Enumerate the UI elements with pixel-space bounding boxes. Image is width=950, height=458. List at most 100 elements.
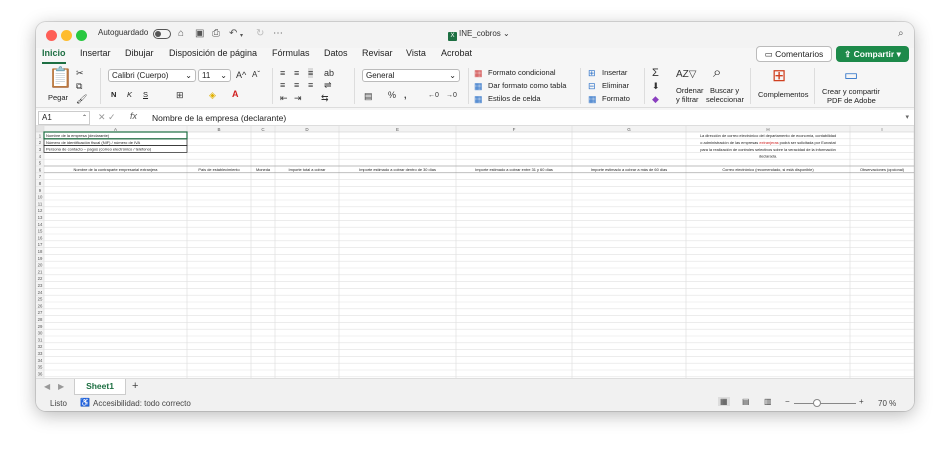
- row-header[interactable]: 23: [38, 283, 43, 288]
- tab-inicio[interactable]: Inicio: [42, 48, 66, 64]
- increase-indent-icon[interactable]: ⇥: [294, 93, 302, 103]
- decrease-indent-icon[interactable]: ⇤: [280, 93, 288, 103]
- align-center-icon[interactable]: ≡: [294, 80, 299, 90]
- autosave-toggle[interactable]: [153, 29, 171, 39]
- tab-formulas[interactable]: Fórmulas: [272, 48, 310, 58]
- cut-icon[interactable]: ✂: [76, 68, 84, 78]
- column-header-b[interactable]: B: [217, 127, 220, 132]
- addins-button[interactable]: Complementos: [758, 90, 808, 100]
- row-header[interactable]: 29: [38, 324, 43, 329]
- percent-icon[interactable]: %: [388, 90, 396, 100]
- column-header-h[interactable]: H: [766, 127, 769, 132]
- next-sheet-icon[interactable]: ▶: [58, 382, 64, 391]
- row-header[interactable]: 17: [38, 242, 43, 247]
- format-painter-icon[interactable]: 🖌: [76, 94, 87, 104]
- row-header[interactable]: 35: [38, 365, 43, 370]
- row-header[interactable]: 14: [38, 222, 43, 227]
- decrease-decimal-icon[interactable]: →0: [446, 91, 457, 101]
- name-box[interactable]: A1 ⌃: [38, 111, 90, 125]
- delete-cells-button[interactable]: Eliminar: [602, 81, 629, 91]
- add-sheet-icon[interactable]: +: [132, 380, 138, 392]
- row-header[interactable]: 32: [38, 344, 43, 349]
- find-select-button-line2[interactable]: seleccionar: [706, 95, 744, 105]
- close-window-button[interactable]: [46, 30, 57, 41]
- increase-font-icon[interactable]: A^: [236, 70, 246, 80]
- cell-styles-button[interactable]: Estilos de celda: [488, 94, 541, 104]
- accounting-format-icon[interactable]: ▤: [364, 91, 373, 101]
- tab-disposicion-de-pagina[interactable]: Disposición de página: [169, 48, 257, 58]
- row-header[interactable]: 27: [38, 310, 43, 315]
- redo-icon[interactable]: ↻: [256, 27, 264, 41]
- borders-icon[interactable]: ⊞: [176, 90, 184, 100]
- row-header[interactable]: 33: [38, 351, 43, 356]
- row-header[interactable]: 10: [38, 195, 43, 200]
- normal-view-icon[interactable]: ▦: [718, 397, 730, 406]
- sort-filter-button-line2[interactable]: y filtrar: [676, 95, 699, 105]
- italic-button[interactable]: K: [127, 90, 132, 100]
- row-header[interactable]: 34: [38, 358, 43, 363]
- row-header[interactable]: 13: [38, 215, 43, 220]
- zoom-level[interactable]: 70 %: [878, 399, 896, 408]
- merge-center-icon[interactable]: ⇆: [321, 93, 329, 103]
- row-header[interactable]: 26: [38, 303, 43, 308]
- column-header-f[interactable]: F: [513, 127, 516, 132]
- page-break-icon[interactable]: ▥: [764, 397, 772, 406]
- print-icon[interactable]: ⎙: [212, 27, 220, 41]
- fill-color-icon[interactable]: ◈: [209, 90, 216, 100]
- tab-acrobat[interactable]: Acrobat: [441, 48, 472, 58]
- paste-label[interactable]: Pegar: [48, 93, 68, 103]
- paste-icon[interactable]: 📋: [48, 68, 73, 88]
- autosum-icon[interactable]: Σ: [652, 68, 659, 79]
- tab-revisar[interactable]: Revisar: [362, 48, 393, 58]
- fill-icon[interactable]: ⬇: [652, 81, 660, 91]
- zoom-in-icon[interactable]: +: [859, 397, 864, 406]
- zoom-out-icon[interactable]: −: [785, 397, 790, 406]
- row-header[interactable]: 20: [38, 263, 43, 268]
- tab-datos[interactable]: Datos: [324, 48, 348, 58]
- decrease-font-icon[interactable]: Aˇ: [252, 70, 260, 80]
- sheet-tab-sheet1[interactable]: Sheet1: [74, 379, 126, 395]
- orientation-icon[interactable]: ab: [324, 68, 334, 78]
- zoom-slider[interactable]: [794, 403, 856, 404]
- comma-style-icon[interactable]: ,: [404, 90, 407, 100]
- copy-icon[interactable]: ⧉: [76, 81, 82, 91]
- cancel-enter-icons[interactable]: ✕ ✓: [98, 112, 116, 123]
- row-header[interactable]: 25: [38, 297, 43, 302]
- column-header-e[interactable]: E: [396, 127, 399, 132]
- tab-vista[interactable]: Vista: [406, 48, 426, 58]
- row-header[interactable]: 15: [38, 229, 43, 234]
- spreadsheet-grid[interactable]: A B C D E F G H I 1 2 3 4 5 6 7 8 9 10 11 12 13 14 15 16 17 18 19 20…: [36, 126, 914, 378]
- prev-sheet-icon[interactable]: ◀: [44, 382, 50, 391]
- row-header[interactable]: 21: [38, 269, 43, 274]
- tab-dibujar[interactable]: Dibujar: [125, 48, 154, 58]
- conditional-format-button[interactable]: Formato condicional: [488, 68, 556, 78]
- function-icon[interactable]: fx: [130, 111, 137, 121]
- column-header-g[interactable]: G: [627, 127, 631, 132]
- more-icon[interactable]: ⋯: [273, 27, 283, 41]
- row-header[interactable]: 22: [38, 276, 43, 281]
- document-title[interactable]: X INE_cobros ⌄: [448, 29, 510, 41]
- font-size-select[interactable]: 11 ⌄: [198, 69, 231, 82]
- row-header[interactable]: 30: [38, 331, 43, 336]
- row-header[interactable]: 24: [38, 290, 43, 295]
- align-left-icon[interactable]: ≡: [280, 80, 285, 90]
- align-right-icon[interactable]: ≡: [308, 80, 313, 90]
- save-icon[interactable]: ▣: [195, 27, 204, 41]
- wrap-text-icon[interactable]: ⇌: [324, 80, 332, 90]
- align-middle-icon[interactable]: ≡: [294, 68, 299, 78]
- increase-decimal-icon[interactable]: ←0: [428, 91, 439, 101]
- row-header[interactable]: 28: [38, 317, 43, 322]
- format-as-table-button[interactable]: Dar formato como tabla: [488, 81, 566, 91]
- home-icon[interactable]: ⌂: [178, 27, 184, 41]
- insert-cells-button[interactable]: Insertar: [602, 68, 627, 78]
- bold-button[interactable]: N: [111, 90, 116, 100]
- align-bottom-icon[interactable]: ≡: [308, 68, 314, 78]
- clear-icon[interactable]: ◆: [652, 94, 659, 104]
- formula-content[interactable]: Nombre de la empresa (declarante): [152, 113, 286, 123]
- accessibility-status[interactable]: Accesibilidad: todo correcto: [93, 399, 191, 408]
- row-header[interactable]: 18: [38, 249, 43, 254]
- zoom-window-button[interactable]: [76, 30, 87, 41]
- underline-button[interactable]: S: [143, 90, 148, 100]
- adobe-pdf-button-line2[interactable]: PDF de Adobe: [827, 96, 876, 106]
- format-cells-button[interactable]: Formato: [602, 94, 630, 104]
